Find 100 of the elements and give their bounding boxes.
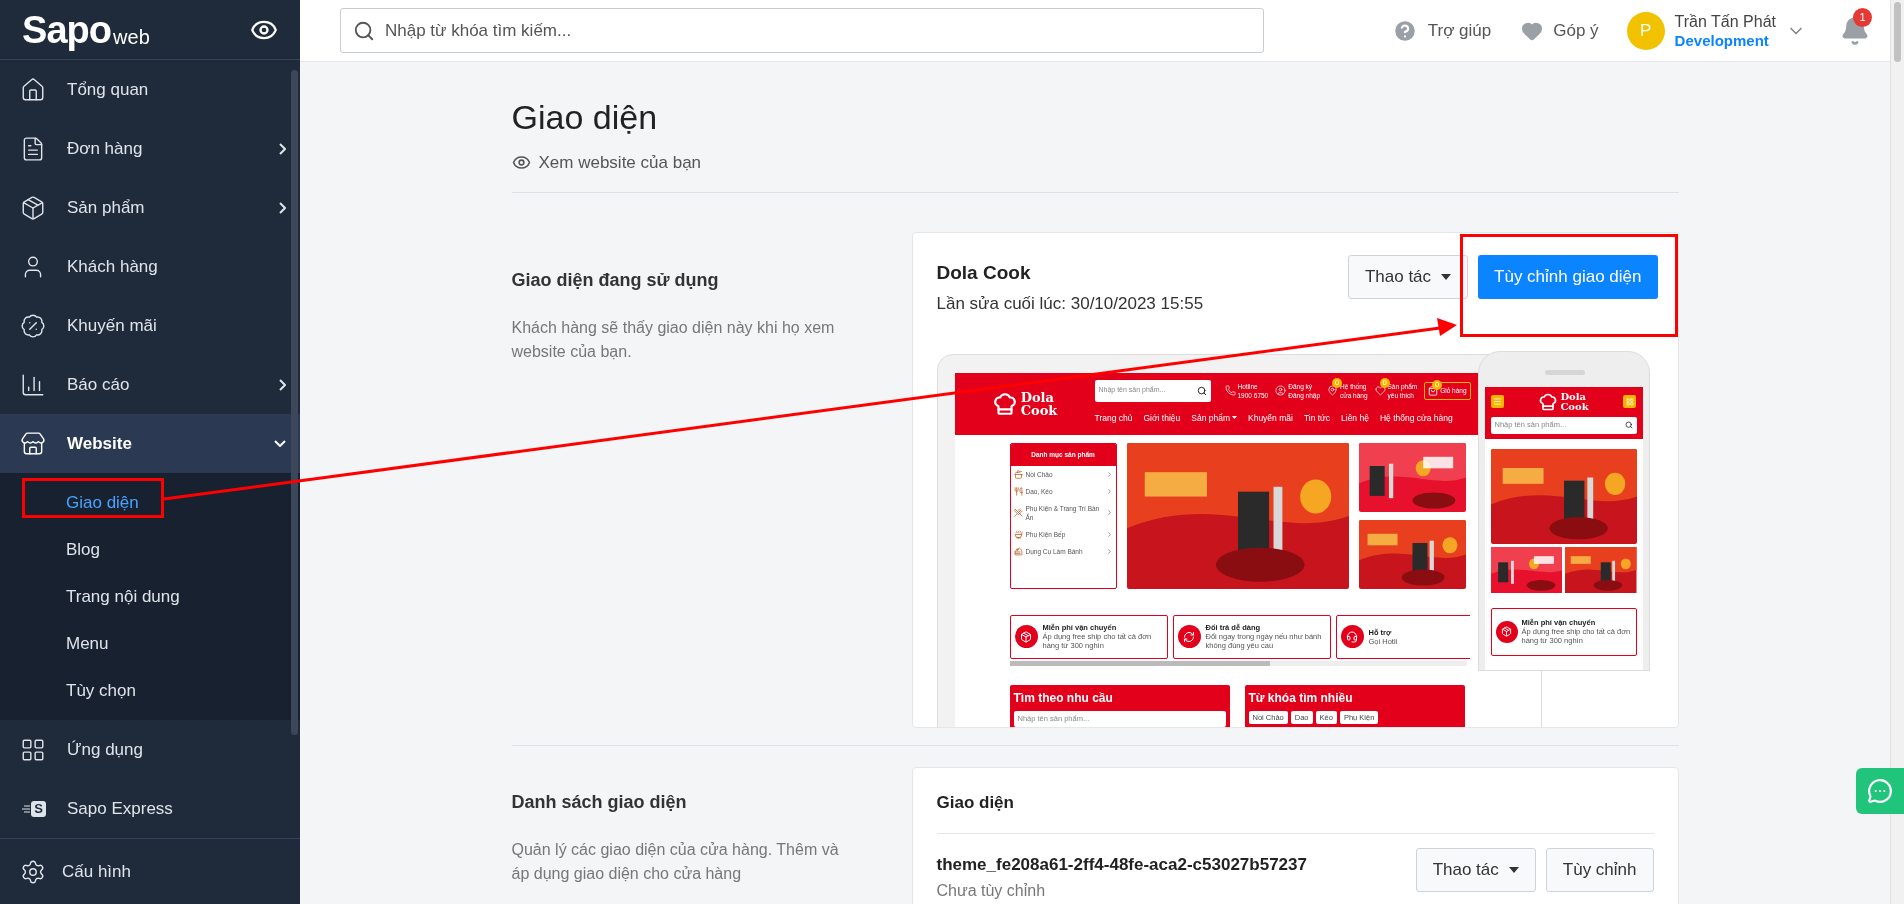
sidebar-item[interactable]: Ứng dụng [0, 720, 300, 780]
site-nav-link[interactable]: Khuyến mãi [1248, 411, 1293, 425]
settings-label[interactable]: Cấu hình [62, 858, 131, 885]
feedback-link[interactable]: Góp ý [1553, 17, 1599, 44]
card-title: Giao diện [936, 789, 1654, 834]
soup-bowl-icon [1013, 529, 1023, 539]
site-nav-link[interactable]: Trang chủ [1094, 411, 1133, 425]
sidebar-item[interactable]: Sản phẩm [0, 178, 300, 238]
sidebar-item[interactable]: S Sapo Express [0, 779, 300, 839]
section-title: Từ khóa tìm nhiều [1248, 689, 1354, 707]
chevron-right-icon [279, 378, 286, 391]
return-icon [1177, 625, 1201, 648]
theme-name: Dola Cook [936, 260, 1032, 285]
sidebar-item[interactable]: Website [0, 414, 300, 474]
sidebar-item[interactable]: Tổng quan [0, 60, 300, 120]
submenu-item[interactable]: Menu [66, 630, 109, 657]
site-nav-link[interactable]: Hệ thống cửa hàng [1379, 411, 1453, 425]
sidebar-item[interactable]: Khuyến mãi [0, 296, 300, 356]
crossed-utensils-icon [1013, 508, 1023, 517]
bag-icon [1428, 385, 1439, 396]
sidebar-label: Tổng quan [67, 78, 150, 101]
box-icon [1495, 620, 1518, 643]
caret-icon [1508, 867, 1519, 873]
box-icon [1014, 625, 1038, 648]
chat-icon [1867, 778, 1893, 804]
user-role: Development [1674, 30, 1770, 50]
chevron-right-icon [279, 201, 286, 214]
site-logo-text: Cook [1020, 403, 1058, 417]
sidebar-item[interactable]: Báo cáo [0, 355, 300, 415]
site-logo-text: Dola [1560, 391, 1587, 402]
chat-button[interactable] [1856, 768, 1904, 814]
customize-button[interactable]: Tùy chỉnh [1545, 848, 1654, 892]
map-pin-icon[interactable] [1327, 385, 1339, 396]
section-description: Khách hàng sẽ thấy giao diện này khi họ xem website của bạn. [511, 317, 836, 362]
sidebar-label: Ứng dụng [67, 738, 144, 761]
logo[interactable]: Sapoweb [22, 9, 150, 50]
theme-status: Chưa tùy chỉnh [936, 880, 1047, 901]
theme-updated: Lần sửa cuối lúc: 30/10/2023 15:55 [936, 293, 1204, 315]
caret-icon [1441, 273, 1452, 280]
storefront-icon [20, 430, 46, 457]
submenu-item[interactable]: Blog [66, 536, 101, 563]
sidebar-label: Khuyến mãi [67, 314, 158, 337]
customize-theme-button[interactable]: Tùy chỉnh giao diện [1478, 254, 1658, 299]
grid-icon[interactable] [1623, 395, 1637, 408]
menu-icon[interactable] [1490, 395, 1504, 408]
scrollbar[interactable] [1890, 0, 1904, 904]
chevron-right-icon [1105, 470, 1113, 478]
chevron-right-icon [1105, 547, 1113, 555]
actions-button[interactable]: Thao tác [1347, 254, 1469, 299]
site-nav-link[interactable]: Liên hệ [1341, 411, 1369, 425]
utensils-icon [1013, 486, 1023, 496]
heart-icon[interactable] [1374, 385, 1386, 396]
phone-speaker [1544, 369, 1585, 375]
section-title: Tìm theo nhu cầu [1013, 689, 1114, 707]
sidebar-label: Báo cáo [67, 373, 131, 396]
chevron-right-icon [279, 142, 286, 155]
caret-icon [1232, 416, 1237, 420]
section-heading: Giao diện đang sử dụng [511, 268, 720, 292]
notification-badge: 1 [1853, 7, 1872, 27]
cake-slice-icon [1013, 546, 1023, 556]
box-icon [20, 194, 46, 221]
search-icon [1624, 421, 1633, 429]
help-link[interactable]: Trợ giúp [1427, 17, 1492, 44]
view-website-link[interactable]: Xem website của bạn [538, 150, 702, 176]
sidebar-item[interactable]: Đơn hàng [0, 119, 300, 179]
pot-icon [1013, 469, 1023, 479]
site-logo-text: Cook [1560, 401, 1589, 412]
sidebar-item[interactable]: Khách hàng [0, 237, 300, 297]
home-icon [20, 76, 46, 103]
actions-button[interactable]: Thao tác [1415, 848, 1536, 892]
chevron-right-icon [1105, 487, 1113, 495]
site-nav-link[interactable]: Giới thiệu [1143, 411, 1181, 425]
chevron-right-icon [1105, 509, 1113, 516]
sidebar-label: Sản phẩm [67, 196, 146, 219]
phone-icon[interactable] [1224, 385, 1236, 396]
submenu-item[interactable]: Trang nội dung [66, 583, 180, 610]
page-title: Giao diện [511, 97, 659, 137]
sidebar-label: Khách hàng [67, 255, 159, 278]
sidebar-label: Sapo Express [67, 797, 174, 820]
scrollbar[interactable] [291, 70, 298, 735]
section-description: Quản lý các giao diện của cửa hàng. Thêm và áp dụng giao diện cho cửa hàng [511, 839, 840, 884]
chef-hat-icon [1538, 391, 1559, 412]
search-icon [353, 19, 375, 42]
sidebar-label: Website [67, 432, 133, 455]
site-nav-link[interactable]: Tin tức [1303, 411, 1331, 425]
site-nav-link[interactable]: Sản phẩm [1191, 411, 1237, 425]
chevron-right-icon [1105, 530, 1113, 538]
section-heading: Danh sách giao diện [511, 790, 688, 814]
search-icon [1196, 385, 1207, 396]
sidebar-label: Đơn hàng [67, 137, 144, 160]
submenu-item[interactable]: Giao diện [66, 489, 139, 516]
scrollbar[interactable] [1009, 660, 1467, 666]
submenu-item[interactable]: Tùy chọn [66, 677, 136, 704]
user-name: Trần Tấn Phát [1674, 11, 1776, 31]
user-icon[interactable] [1275, 385, 1287, 396]
percent-badge-icon [20, 312, 46, 339]
chef-hat-icon [991, 390, 1018, 417]
settings-icon[interactable] [20, 858, 46, 885]
site-logo-text: Dola [1020, 390, 1055, 404]
theme-name: theme_fe208a61-2ff4-48fe-aca2-c53027b57237 [936, 854, 1307, 876]
